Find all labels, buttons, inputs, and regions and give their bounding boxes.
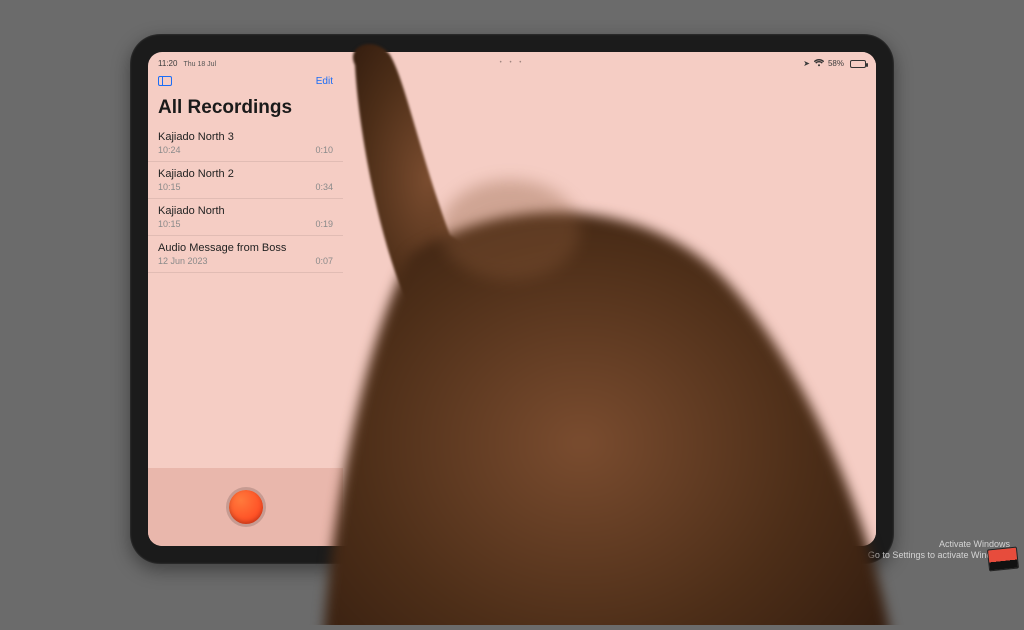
recording-time: 10:15 [158, 219, 181, 229]
ipad-device-frame: • • • 11:20 Thu 18 Jul ➤ 58% Edit All Re… [130, 34, 894, 564]
detail-pane [343, 52, 876, 546]
recording-duration: 0:19 [315, 219, 333, 229]
recording-duration: 0:07 [315, 256, 333, 266]
channel-logo-icon [987, 546, 1019, 571]
recording-row[interactable]: Kajiado North 10:15 0:19 [148, 199, 343, 236]
recording-name: Audio Message from Boss [158, 242, 333, 254]
recording-row[interactable]: Kajiado North 3 10:24 0:10 [148, 125, 343, 162]
recordings-sidebar: Edit All Recordings Kajiado North 3 10:2… [148, 52, 343, 546]
battery-icon [850, 60, 866, 68]
recording-duration: 0:34 [315, 182, 333, 192]
status-bar: 11:20 Thu 18 Jul ➤ 58% [148, 52, 876, 72]
record-button[interactable] [229, 490, 263, 524]
recording-name: Kajiado North 2 [158, 168, 333, 180]
record-button-area [148, 468, 343, 546]
location-icon: ➤ [803, 59, 810, 68]
status-time: 11:20 [158, 59, 177, 68]
recording-row[interactable]: Kajiado North 2 10:15 0:34 [148, 162, 343, 199]
edit-button[interactable]: Edit [316, 76, 333, 87]
recording-duration: 0:10 [315, 145, 333, 155]
recording-row[interactable]: Audio Message from Boss 12 Jun 2023 0:07 [148, 236, 343, 273]
recording-name: Kajiado North [158, 205, 333, 217]
sidebar-toggle-icon[interactable] [158, 76, 172, 86]
status-date: Thu 18 Jul [183, 61, 216, 68]
home-indicator[interactable] [457, 537, 567, 541]
page-title: All Recordings [148, 91, 343, 125]
recording-time: 10:24 [158, 145, 181, 155]
recording-time: 12 Jun 2023 [158, 256, 208, 266]
wifi-icon [814, 59, 824, 69]
recording-time: 10:15 [158, 182, 181, 192]
recordings-list: Kajiado North 3 10:24 0:10 Kajiado North… [148, 125, 343, 468]
recording-name: Kajiado North 3 [158, 131, 333, 143]
battery-percent: 58% [828, 59, 844, 68]
ipad-screen: • • • 11:20 Thu 18 Jul ➤ 58% Edit All Re… [148, 52, 876, 546]
